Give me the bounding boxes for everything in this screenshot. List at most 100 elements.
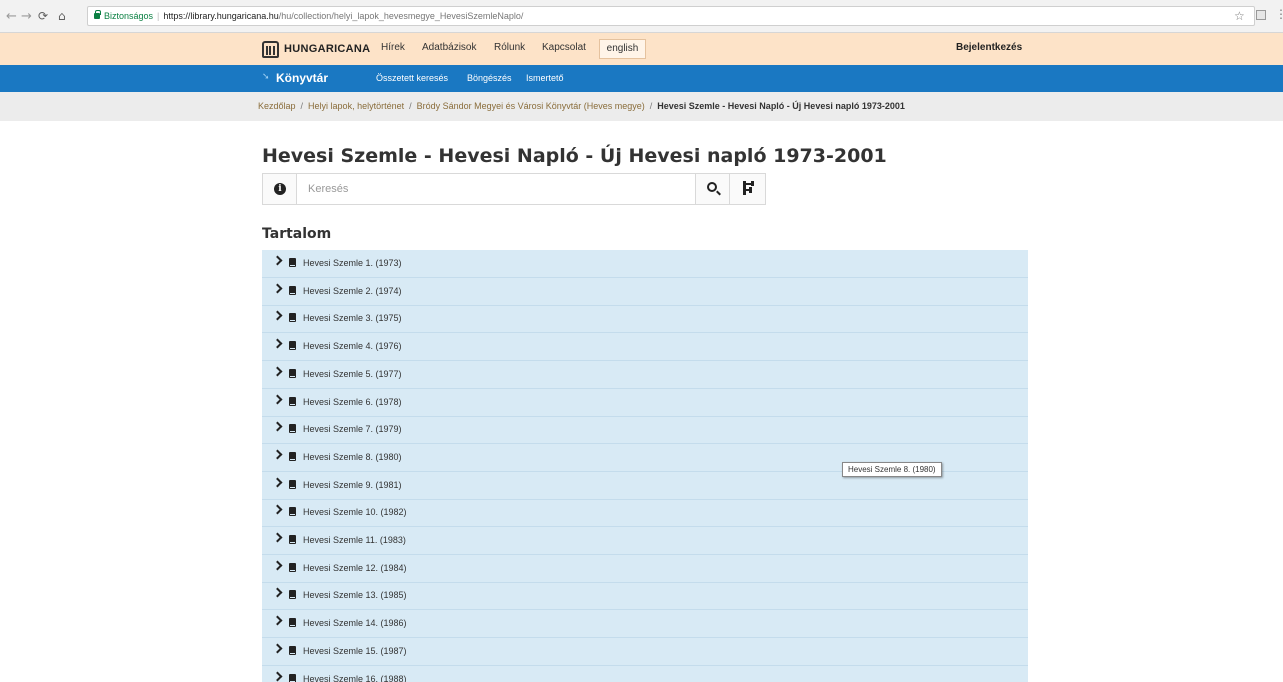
breadcrumb-library[interactable]: Bródy Sándor Megyei és Városi Könyvtár (… [417,101,645,111]
toc-item-label[interactable]: Hevesi Szemle 14. (1986) [303,618,407,628]
toc-item-label[interactable]: Hevesi Szemle 11. (1983) [303,535,406,545]
book-icon [289,368,296,378]
module-title[interactable]: Könyvtár [276,71,328,85]
nav-link-kapcsolat[interactable]: Kapcsolat [542,42,586,53]
book-icon [289,451,296,461]
info-icon: i [274,183,286,195]
book-icon [289,562,296,572]
toc-item-label[interactable]: Hevesi Szemle 4. (1976) [303,341,402,351]
toc-item[interactable]: Hevesi Szemle 16. (1988) [262,666,1028,682]
book-icon [289,424,296,434]
breadcrumb-separator: / [649,101,653,111]
toc-item[interactable]: Hevesi Szemle 4. (1976) [262,333,1028,362]
login-link[interactable]: Bejelentkezés [956,42,1022,53]
toc-item[interactable]: Hevesi Szemle 10. (1982) [262,499,1028,528]
chevron-right-icon[interactable] [272,421,283,432]
chevron-right-icon[interactable] [272,310,283,321]
toc-item[interactable]: Hevesi Szemle 7. (1979) [262,416,1028,445]
search-group: i [262,173,766,205]
chevron-right-icon[interactable] [272,560,283,571]
toc-item-label[interactable]: Hevesi Szemle 12. (1984) [303,563,407,573]
bookmark-star-icon[interactable]: ☆ [1234,9,1245,23]
toc-item-label[interactable]: Hevesi Szemle 9. (1981) [303,480,402,490]
module-link-about[interactable]: Ismertető [526,73,564,83]
search-button[interactable] [695,174,729,204]
search-icon [707,182,717,192]
chevron-right-icon[interactable] [272,477,283,488]
section-title: Tartalom [262,226,332,242]
info-button[interactable]: i [263,174,297,204]
hungaricana-logo[interactable]: HUNGARICANA [262,40,370,58]
toc-item-label[interactable]: Hevesi Szemle 10. (1982) [303,507,407,517]
toc-item[interactable]: Hevesi Szemle 15. (1987) [262,638,1028,666]
toc-item[interactable]: Hevesi Szemle 1. (1973) [262,250,1028,278]
toc-item[interactable]: Hevesi Szemle 2. (1974) [262,278,1028,306]
tree-view-button[interactable] [729,174,765,204]
toc-item-label[interactable]: Hevesi Szemle 5. (1977) [303,369,402,379]
breadcrumb-current: Hevesi Szemle - Hevesi Napló - Új Hevesi… [657,101,905,111]
chevron-right-icon[interactable] [272,504,283,515]
book-icon [289,341,296,351]
book-icon [289,535,296,544]
book-icon [289,285,296,295]
toc-item-label[interactable]: Hevesi Szemle 3. (1975) [303,313,402,323]
book-icon [289,507,296,517]
chevron-right-icon[interactable] [272,532,283,543]
chevron-right-icon[interactable] [272,366,283,377]
reload-icon[interactable]: ⟳ [38,9,48,23]
secure-label: Biztonságos [104,11,154,21]
nav-link-adatbazisok[interactable]: Adatbázisok [422,42,476,53]
toc-item-label[interactable]: Hevesi Szemle 1. (1973) [303,258,402,268]
search-input[interactable] [298,174,693,204]
forward-icon[interactable]: → [21,9,32,24]
book-icon [289,590,296,600]
breadcrumb: Kezdőlap / Helyi lapok, helytörténet / Bródy… [258,101,905,111]
toc-item-label[interactable]: Hevesi Szemle 16. (1988) [303,674,407,682]
home-icon[interactable]: ⌂ [58,9,66,23]
toc-item[interactable]: Hevesi Szemle 14. (1986) [262,610,1028,639]
breadcrumb-home[interactable]: Kezdőlap [258,101,296,111]
toc-item[interactable]: Hevesi Szemle 11. (1983) [262,527,1028,555]
lock-icon [94,10,101,19]
logo-text: HUNGARICANA [284,43,371,55]
toc-item[interactable]: Hevesi Szemle 6. (1978) [262,389,1028,417]
book-icon [289,479,296,489]
book-icon [289,645,296,655]
module-link-advanced-search[interactable]: Összetett keresés [376,73,448,83]
nav-link-hirek[interactable]: Hírek [381,42,405,53]
toc-item[interactable]: Hevesi Szemle 13. (1985) [262,582,1028,611]
address-bar[interactable]: Biztonságos | https://library.hungaricana.… [87,6,1255,26]
nav-link-rolunk[interactable]: Rólunk [494,42,525,53]
book-icon [289,313,296,323]
chevron-right-icon[interactable] [272,394,283,404]
toc-item[interactable]: Hevesi Szemle 12. (1984) [262,555,1028,583]
chevron-right-icon[interactable] [272,449,283,460]
chevron-right-icon[interactable] [272,338,283,349]
chevron-right-icon[interactable] [272,643,283,654]
chevron-right-icon[interactable] [272,671,283,681]
address-separator: | [157,11,160,21]
arrow-icon: ➘ [262,72,270,82]
toc-item[interactable]: Hevesi Szemle 5. (1977) [262,361,1028,389]
toc-item-label[interactable]: Hevesi Szemle 15. (1987) [303,646,407,656]
browser-menu-icon[interactable]: ⋮ [1275,8,1283,20]
chevron-right-icon[interactable] [272,255,283,266]
toc-item-label[interactable]: Hevesi Szemle 8. (1980) [303,452,402,462]
toc-item[interactable]: Hevesi Szemle 3. (1975) [262,305,1028,334]
toc-item-label[interactable]: Hevesi Szemle 13. (1985) [303,590,407,600]
breadcrumb-local-papers[interactable]: Helyi lapok, helytörténet [308,101,404,111]
toc-item-label[interactable]: Hevesi Szemle 6. (1978) [303,397,402,407]
toc-item-label[interactable]: Hevesi Szemle 2. (1974) [303,286,402,296]
page-title: Hevesi Szemle - Hevesi Napló - Új Hevesi… [262,145,887,167]
breadcrumb-separator: / [300,101,304,111]
tooltip: Hevesi Szemle 8. (1980) [842,462,942,477]
chevron-right-icon[interactable] [272,587,283,598]
toc-item-label[interactable]: Hevesi Szemle 7. (1979) [303,424,402,434]
extension-icon[interactable] [1256,10,1266,20]
module-link-browse[interactable]: Böngészés [467,73,512,83]
logo-icon [262,40,279,58]
chevron-right-icon[interactable] [272,615,283,626]
chevron-right-icon[interactable] [272,283,283,294]
back-icon[interactable]: ← [6,9,17,24]
language-button[interactable]: english [599,39,646,59]
